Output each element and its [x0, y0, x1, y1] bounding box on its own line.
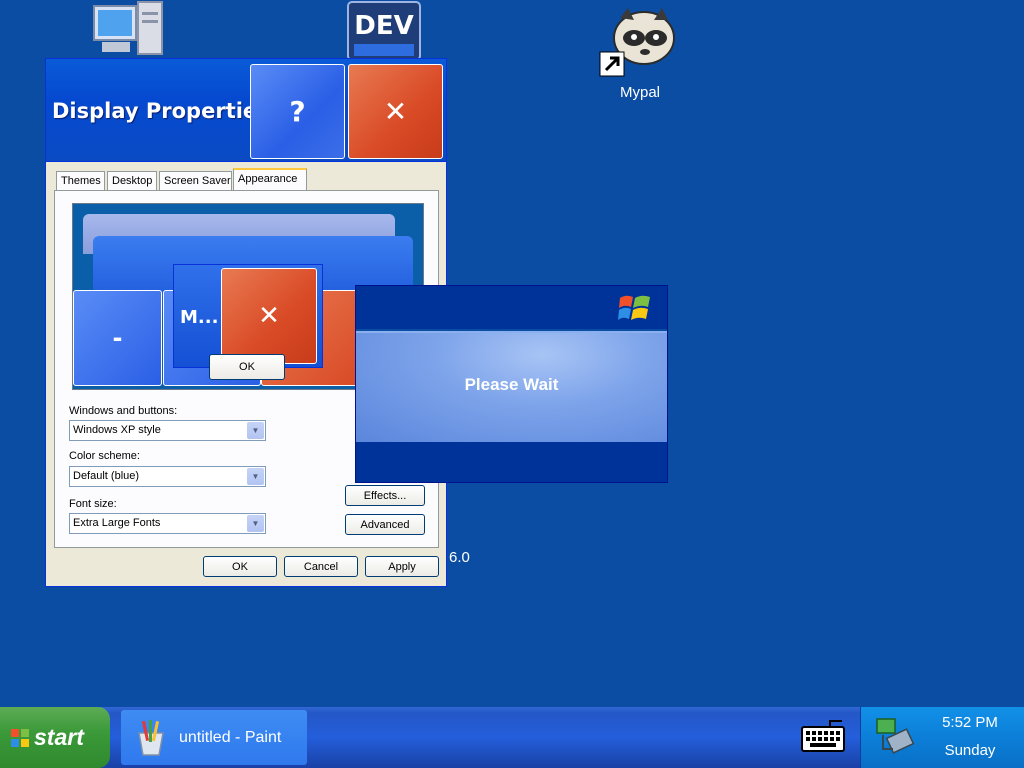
- taskbar: start untitled - Paint 5:52 PM Sunday: [0, 707, 1024, 768]
- font-size-label: Font size:: [69, 498, 117, 510]
- clock-time[interactable]: 5:52 PM: [925, 714, 1015, 731]
- mypal-label: Mypal: [619, 84, 660, 101]
- dev-desktop-icon[interactable]: DEV: [346, 0, 422, 62]
- please-wait-text: Please Wait: [464, 375, 559, 394]
- tab-screen-saver[interactable]: Screen Saver: [159, 171, 232, 191]
- paint-icon: [138, 719, 164, 756]
- apply-button[interactable]: Apply: [365, 556, 439, 577]
- dev-icon-text: DEV: [354, 11, 413, 41]
- mypal-desktop-icon[interactable]: Mypal: [598, 4, 682, 104]
- raccoon-icon: [599, 8, 675, 77]
- font-size-value: Extra Large Fonts: [73, 517, 161, 529]
- please-wait-dialog: Please Wait: [355, 285, 668, 483]
- windows-and-buttons-value: Windows XP style: [73, 424, 161, 436]
- color-scheme-label: Color scheme:: [69, 450, 140, 462]
- start-button[interactable]: start: [0, 707, 110, 768]
- preview-message-title: M...: [180, 307, 219, 328]
- effects-button[interactable]: Effects...: [345, 485, 425, 506]
- system-tray: 5:52 PM Sunday: [860, 707, 1024, 768]
- title-bar[interactable]: Display Properties ? ✕: [46, 59, 446, 162]
- taskbar-item-paint[interactable]: untitled - Paint: [121, 710, 307, 765]
- computer-icon: [93, 1, 163, 55]
- advanced-button[interactable]: Advanced: [345, 514, 425, 535]
- taskbar-item-label: untitled - Paint: [179, 728, 282, 746]
- close-button[interactable]: ✕: [348, 64, 443, 159]
- color-scheme-value: Default (blue): [73, 470, 140, 482]
- font-size-select[interactable]: Extra Large Fonts ▼: [69, 513, 266, 534]
- background-text: 6.0: [449, 549, 470, 566]
- chevron-down-icon[interactable]: ▼: [247, 468, 264, 485]
- help-button[interactable]: ?: [250, 64, 345, 159]
- windows-and-buttons-label: Windows and buttons:: [69, 405, 178, 417]
- tab-themes[interactable]: Themes: [56, 171, 105, 191]
- tab-appearance[interactable]: Appearance: [233, 168, 307, 191]
- chevron-down-icon[interactable]: ▼: [247, 422, 264, 439]
- start-label: start: [34, 724, 84, 750]
- clock-day[interactable]: Sunday: [925, 742, 1015, 759]
- color-scheme-select[interactable]: Default (blue) ▼: [69, 466, 266, 487]
- cancel-button[interactable]: Cancel: [284, 556, 358, 577]
- preview-message-close-button: ✕: [221, 268, 317, 364]
- network-icon[interactable]: [873, 715, 915, 757]
- my-computer-desktop-icon[interactable]: [88, 0, 168, 60]
- windows-and-buttons-select[interactable]: Windows XP style ▼: [69, 420, 266, 441]
- chevron-down-icon[interactable]: ▼: [247, 515, 264, 532]
- preview-minimize-button: -: [73, 290, 162, 386]
- please-wait-header: [356, 286, 667, 329]
- please-wait-body: Please Wait: [356, 331, 667, 442]
- ok-button[interactable]: OK: [203, 556, 277, 577]
- preview-ok-button: OK: [209, 354, 285, 380]
- windows-flag-icon: [618, 295, 650, 320]
- keyboard-icon[interactable]: [800, 719, 846, 755]
- window-title: Display Properties: [52, 99, 270, 123]
- dev-app-icon: DEV: [347, 1, 421, 61]
- please-wait-footer: [356, 442, 667, 482]
- windows-flag-icon: [11, 728, 29, 747]
- tab-desktop[interactable]: Desktop: [107, 171, 157, 191]
